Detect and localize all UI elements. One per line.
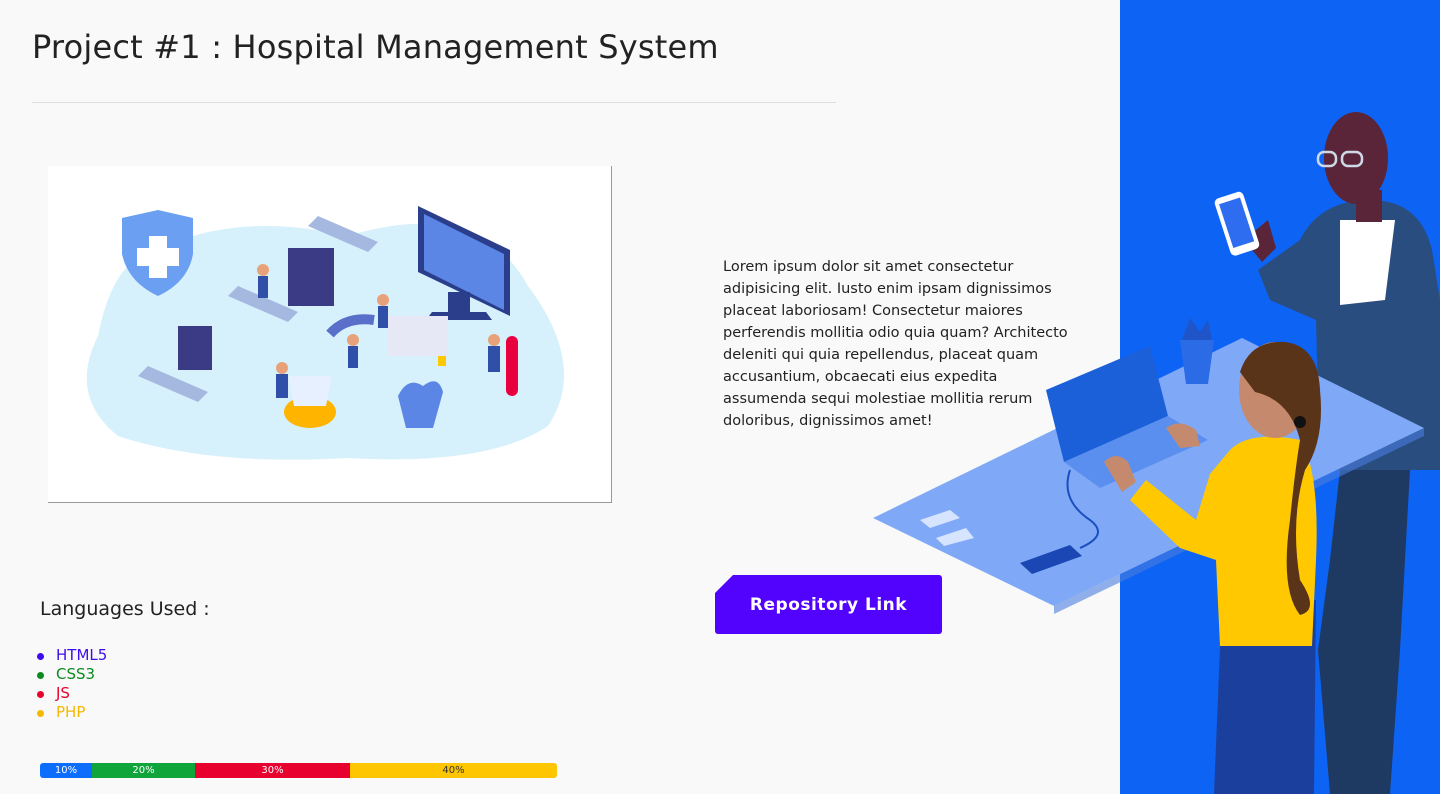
usage-segment-js: 30% (195, 763, 350, 778)
language-usage-bar: 10% 20% 30% 40% (40, 763, 557, 778)
project-image (48, 166, 612, 503)
language-item-js: JS (36, 684, 107, 703)
repository-link-button[interactable]: Repository Link (715, 575, 942, 634)
usage-segment-html5: 10% (40, 763, 92, 778)
languages-heading: Languages Used : (40, 598, 210, 620)
project-description: Lorem ipsum dolor sit amet consectetur a… (723, 259, 1068, 429)
language-item-html5: HTML5 (36, 646, 107, 665)
languages-list: HTML5 CSS3 JS PHP (36, 646, 107, 722)
language-item-css3: CSS3 (36, 665, 107, 684)
page-title: Project #1 : Hospital Management System (32, 28, 719, 66)
blue-panel (1120, 0, 1440, 794)
language-item-php: PHP (36, 703, 107, 722)
title-divider (32, 102, 836, 103)
usage-segment-php: 40% (350, 763, 557, 778)
usage-segment-css3: 20% (92, 763, 195, 778)
seated-person (1104, 341, 1321, 794)
standing-person (1214, 112, 1440, 794)
